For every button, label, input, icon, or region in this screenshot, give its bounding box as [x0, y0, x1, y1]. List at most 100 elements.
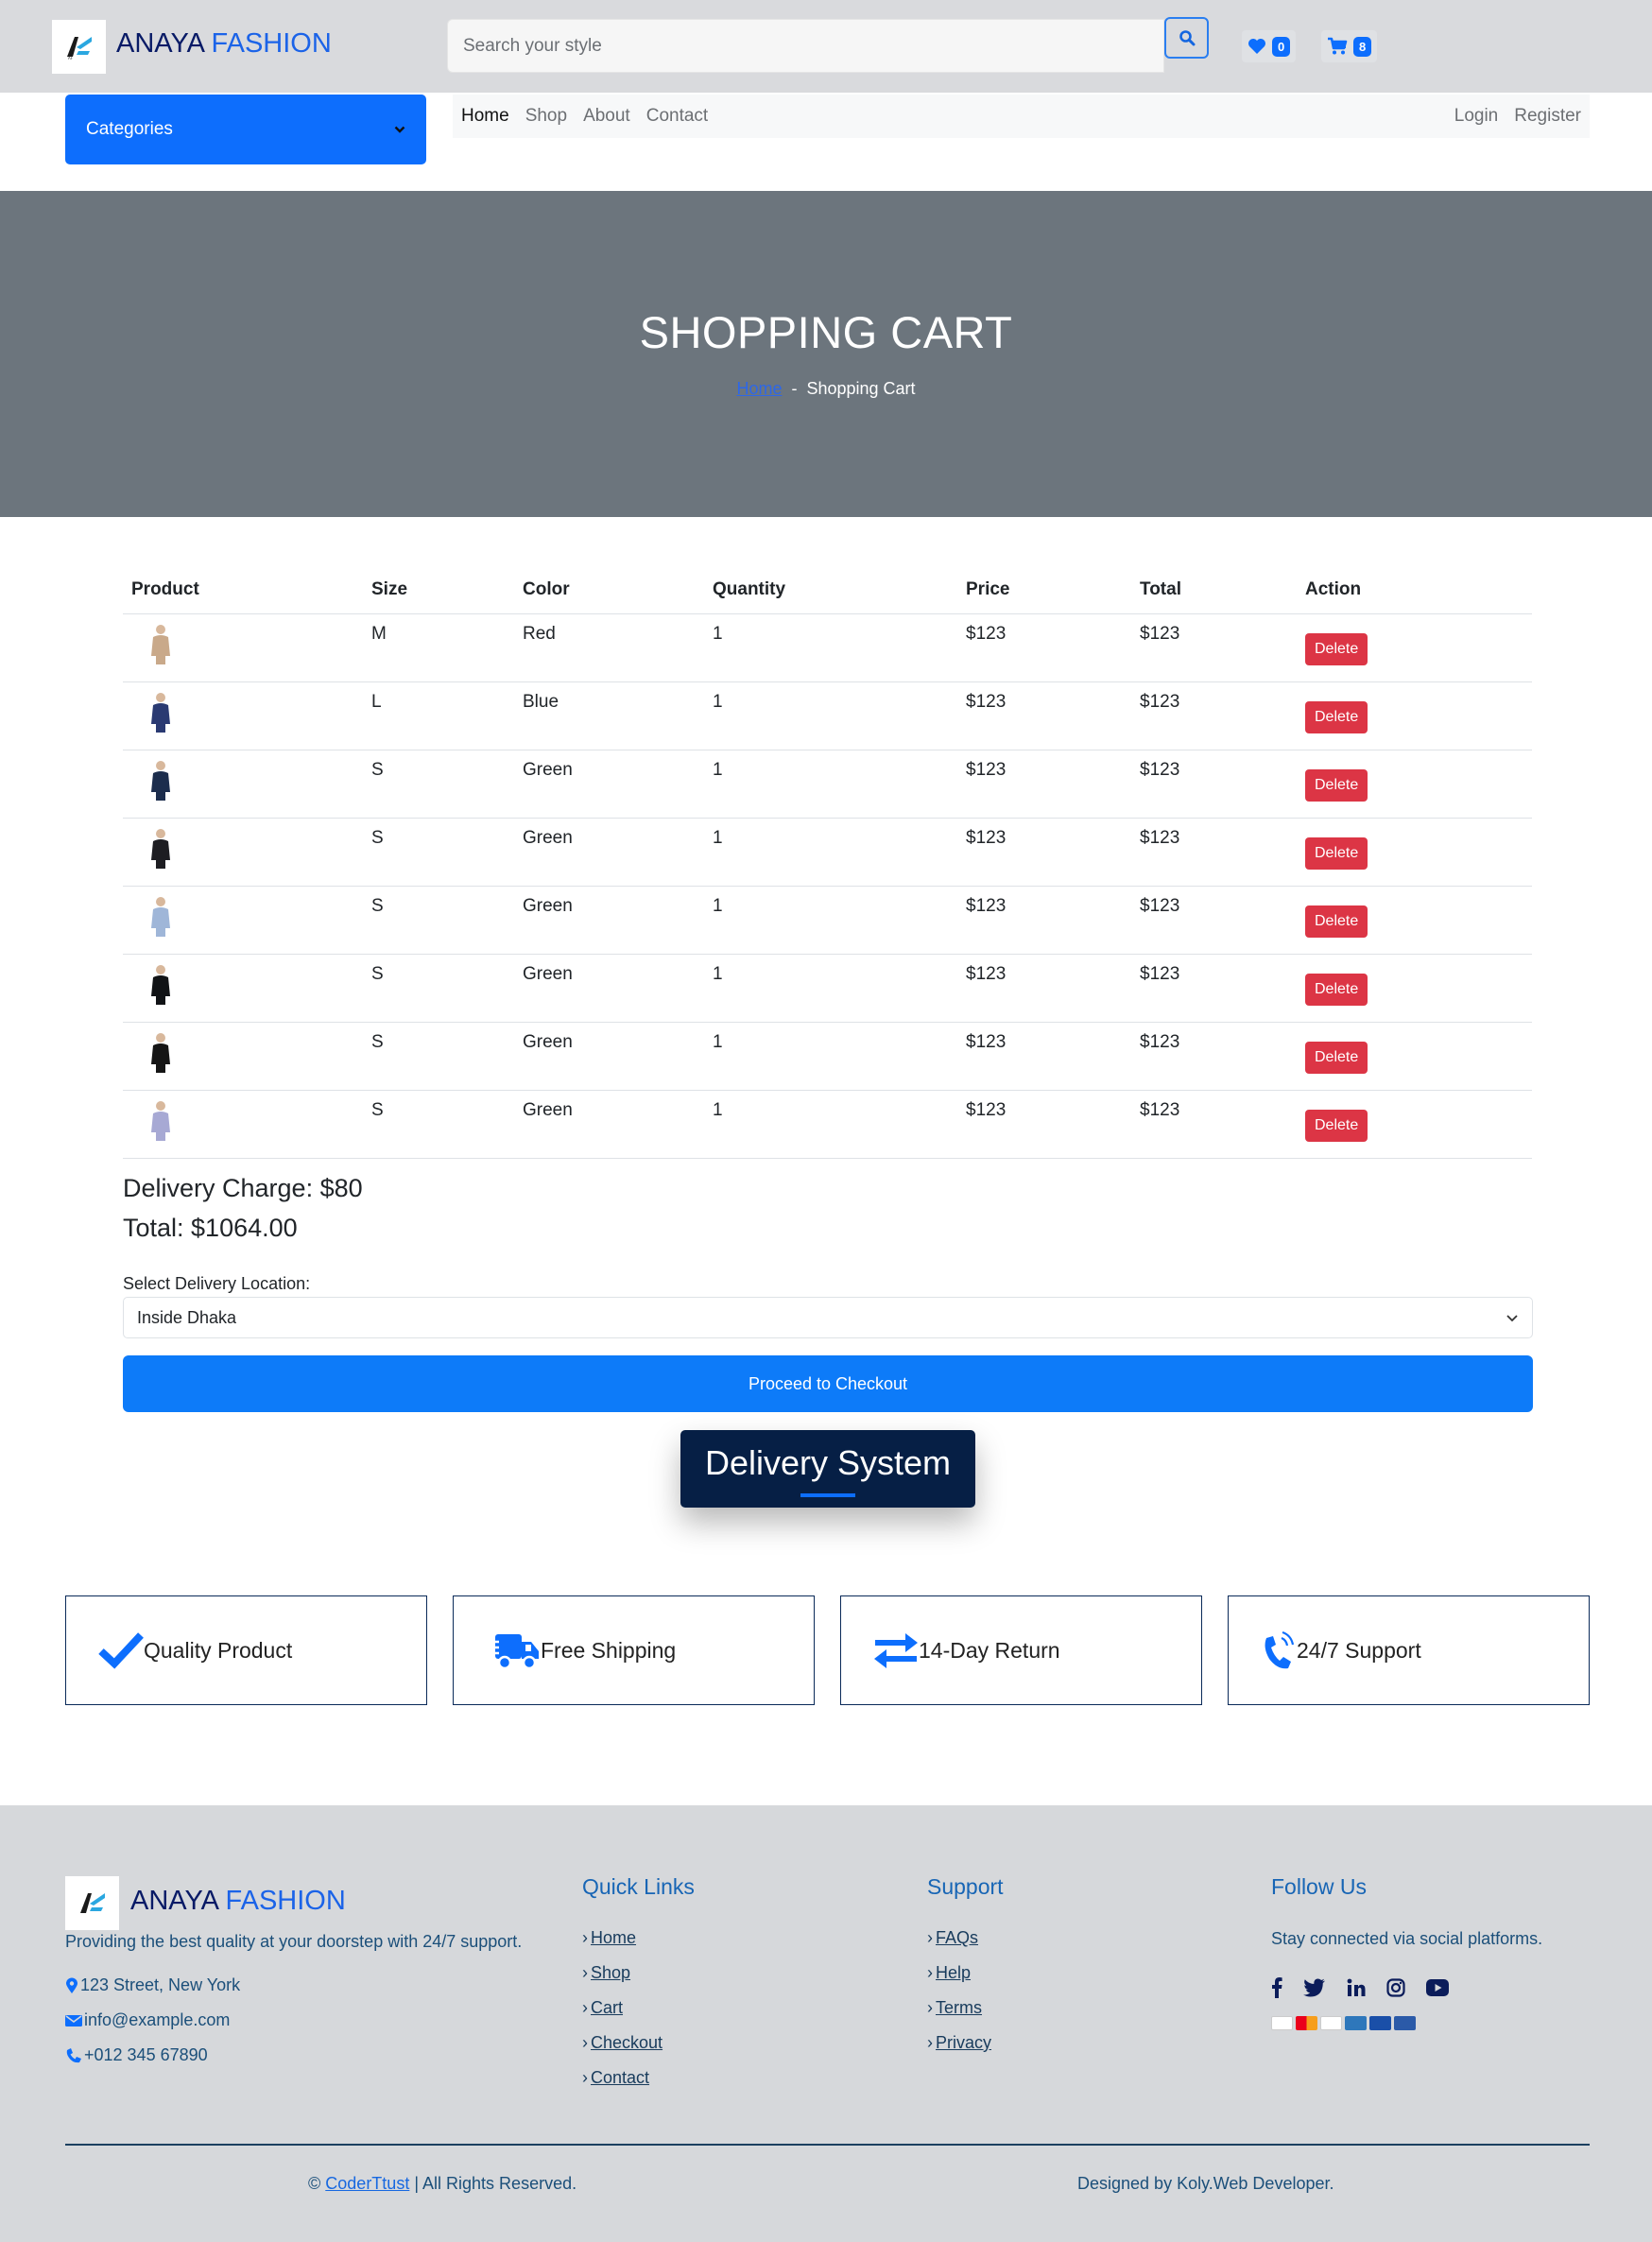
- total-cell: $123: [1131, 886, 1297, 955]
- chevron-right-icon: ›: [582, 1998, 588, 2017]
- chevron-down-icon: [394, 126, 405, 133]
- list-item: › Cart: [582, 1998, 663, 2033]
- delete-button[interactable]: Delete: [1305, 768, 1368, 802]
- delivery-system-heading: Delivery System: [680, 1430, 975, 1508]
- facebook-icon[interactable]: [1271, 1977, 1282, 1998]
- product-thumbnail[interactable]: [143, 1030, 179, 1074]
- action-cell: Delete: [1297, 954, 1532, 1023]
- maestro-card-icon: [1394, 2016, 1416, 2030]
- delete-button[interactable]: Delete: [1305, 905, 1368, 938]
- column-header-price: Price: [957, 566, 1131, 614]
- table-row: M Red 1 $123 $123 Delete: [123, 613, 1532, 682]
- footer-link-faqs[interactable]: FAQs: [936, 1928, 978, 1948]
- chevron-right-icon: ›: [927, 1963, 933, 1982]
- footer-phone[interactable]: +012 345 67890: [65, 2045, 208, 2065]
- table-row: S Green 1 $123 $123 Delete: [123, 886, 1532, 955]
- categories-dropdown[interactable]: Categories: [65, 95, 426, 164]
- breadcrumb-home-link[interactable]: Home: [736, 379, 782, 398]
- delivery-location-select[interactable]: Inside Dhaka: [123, 1297, 1533, 1338]
- footer-link-privacy[interactable]: Privacy: [936, 2033, 991, 2053]
- footer-link-terms[interactable]: Terms: [936, 1998, 982, 2018]
- product-cell: [123, 886, 363, 955]
- heading-underline: [800, 1493, 855, 1497]
- cart-button[interactable]: 8: [1321, 30, 1378, 62]
- color-cell: Green: [514, 1022, 704, 1091]
- copyright-link[interactable]: CoderTtust: [325, 2174, 409, 2193]
- delete-button[interactable]: Delete: [1305, 973, 1368, 1006]
- search-button[interactable]: [1164, 17, 1209, 59]
- delete-button[interactable]: Delete: [1305, 1109, 1368, 1142]
- delete-button[interactable]: Delete: [1305, 700, 1368, 733]
- delivery-location-value: Inside Dhaka: [137, 1307, 237, 1327]
- quantity-cell: 1: [704, 886, 957, 955]
- youtube-icon[interactable]: [1426, 1979, 1449, 1996]
- list-item: › Help: [927, 1963, 991, 1998]
- column-header-product: Product: [123, 566, 363, 614]
- nav-link-shop[interactable]: Shop: [525, 106, 567, 127]
- footer-email[interactable]: info@example.com: [65, 2010, 230, 2030]
- page-title: SHOPPING CART: [639, 307, 1013, 357]
- search-input[interactable]: Search your style: [447, 19, 1164, 73]
- size-cell: S: [363, 1090, 514, 1159]
- visa-card-icon: [1271, 2016, 1293, 2030]
- login-link[interactable]: Login: [1454, 106, 1499, 127]
- nav-link-about[interactable]: About: [583, 106, 630, 127]
- table-row: L Blue 1 $123 $123 Delete: [123, 681, 1532, 750]
- phone-icon: [66, 2047, 81, 2062]
- brand-logo[interactable]: AF: [52, 20, 106, 74]
- product-thumbnail[interactable]: [143, 690, 179, 733]
- product-cell: [123, 613, 363, 682]
- feature-quality-product: Quality Product: [65, 1595, 427, 1705]
- footer-link-cart[interactable]: Cart: [591, 1998, 623, 2018]
- footer-logo[interactable]: [65, 1876, 119, 1930]
- footer-link-help[interactable]: Help: [936, 1963, 971, 1983]
- product-thumbnail[interactable]: [143, 894, 179, 938]
- nav-link-contact[interactable]: Contact: [646, 106, 708, 127]
- size-cell: S: [363, 886, 514, 955]
- chevron-right-icon: ›: [582, 1928, 588, 1947]
- total-cell: $123: [1131, 681, 1297, 750]
- chevron-right-icon: ›: [582, 2033, 588, 2052]
- footer-link-shop[interactable]: Shop: [591, 1963, 630, 1983]
- quantity-cell: 1: [704, 954, 957, 1023]
- delete-button[interactable]: Delete: [1305, 632, 1368, 665]
- table-header-row: Product Size Color Quantity Price Total …: [123, 566, 1532, 614]
- envelope-icon: [65, 2014, 82, 2026]
- exchange-arrows-icon: [874, 1633, 918, 1668]
- breadcrumb-current: Shopping Cart: [806, 379, 916, 398]
- footer-link-checkout[interactable]: Checkout: [591, 2033, 663, 2053]
- table-row: S Green 1 $123 $123 Delete: [123, 1090, 1532, 1159]
- phone-volume-icon: [1265, 1630, 1295, 1669]
- column-header-total: Total: [1131, 566, 1297, 614]
- proceed-to-checkout-button[interactable]: Proceed to Checkout: [123, 1355, 1533, 1412]
- delete-button[interactable]: Delete: [1305, 1041, 1368, 1074]
- color-cell: Green: [514, 818, 704, 887]
- wishlist-button[interactable]: 0: [1242, 30, 1297, 62]
- brand-name[interactable]: ANAYA FASHION: [116, 28, 332, 60]
- feature-label: 14-Day Return: [919, 1637, 1060, 1663]
- product-thumbnail[interactable]: [143, 1098, 179, 1142]
- wishlist-count: 0: [1272, 36, 1291, 57]
- breadcrumb: Home - Shopping Cart: [0, 379, 1652, 399]
- instagram-icon[interactable]: [1386, 1978, 1405, 1997]
- product-thumbnail[interactable]: [143, 758, 179, 802]
- support-links-list: › FAQs › Help › Terms › Privacy: [927, 1928, 991, 2068]
- product-thumbnail[interactable]: [143, 622, 179, 665]
- breadcrumb-separator: -: [791, 379, 798, 398]
- footer-link-contact[interactable]: Contact: [591, 2068, 649, 2088]
- table-row: S Green 1 $123 $123 Delete: [123, 750, 1532, 819]
- twitter-icon[interactable]: [1303, 1978, 1326, 1997]
- action-cell: Delete: [1297, 1022, 1532, 1091]
- footer-link-home[interactable]: Home: [591, 1928, 636, 1948]
- quantity-cell: 1: [704, 1022, 957, 1091]
- product-thumbnail[interactable]: [143, 826, 179, 870]
- delete-button[interactable]: Delete: [1305, 836, 1368, 870]
- categories-label: Categories: [86, 119, 173, 139]
- support-heading: Support: [927, 1874, 1004, 1899]
- cart-table: Product Size Color Quantity Price Total …: [123, 566, 1532, 1159]
- linkedin-icon[interactable]: [1347, 1978, 1366, 1997]
- register-link[interactable]: Register: [1514, 106, 1581, 127]
- product-thumbnail[interactable]: [143, 962, 179, 1006]
- mastercard-icon: [1296, 2016, 1317, 2030]
- nav-link-home[interactable]: Home: [461, 106, 509, 127]
